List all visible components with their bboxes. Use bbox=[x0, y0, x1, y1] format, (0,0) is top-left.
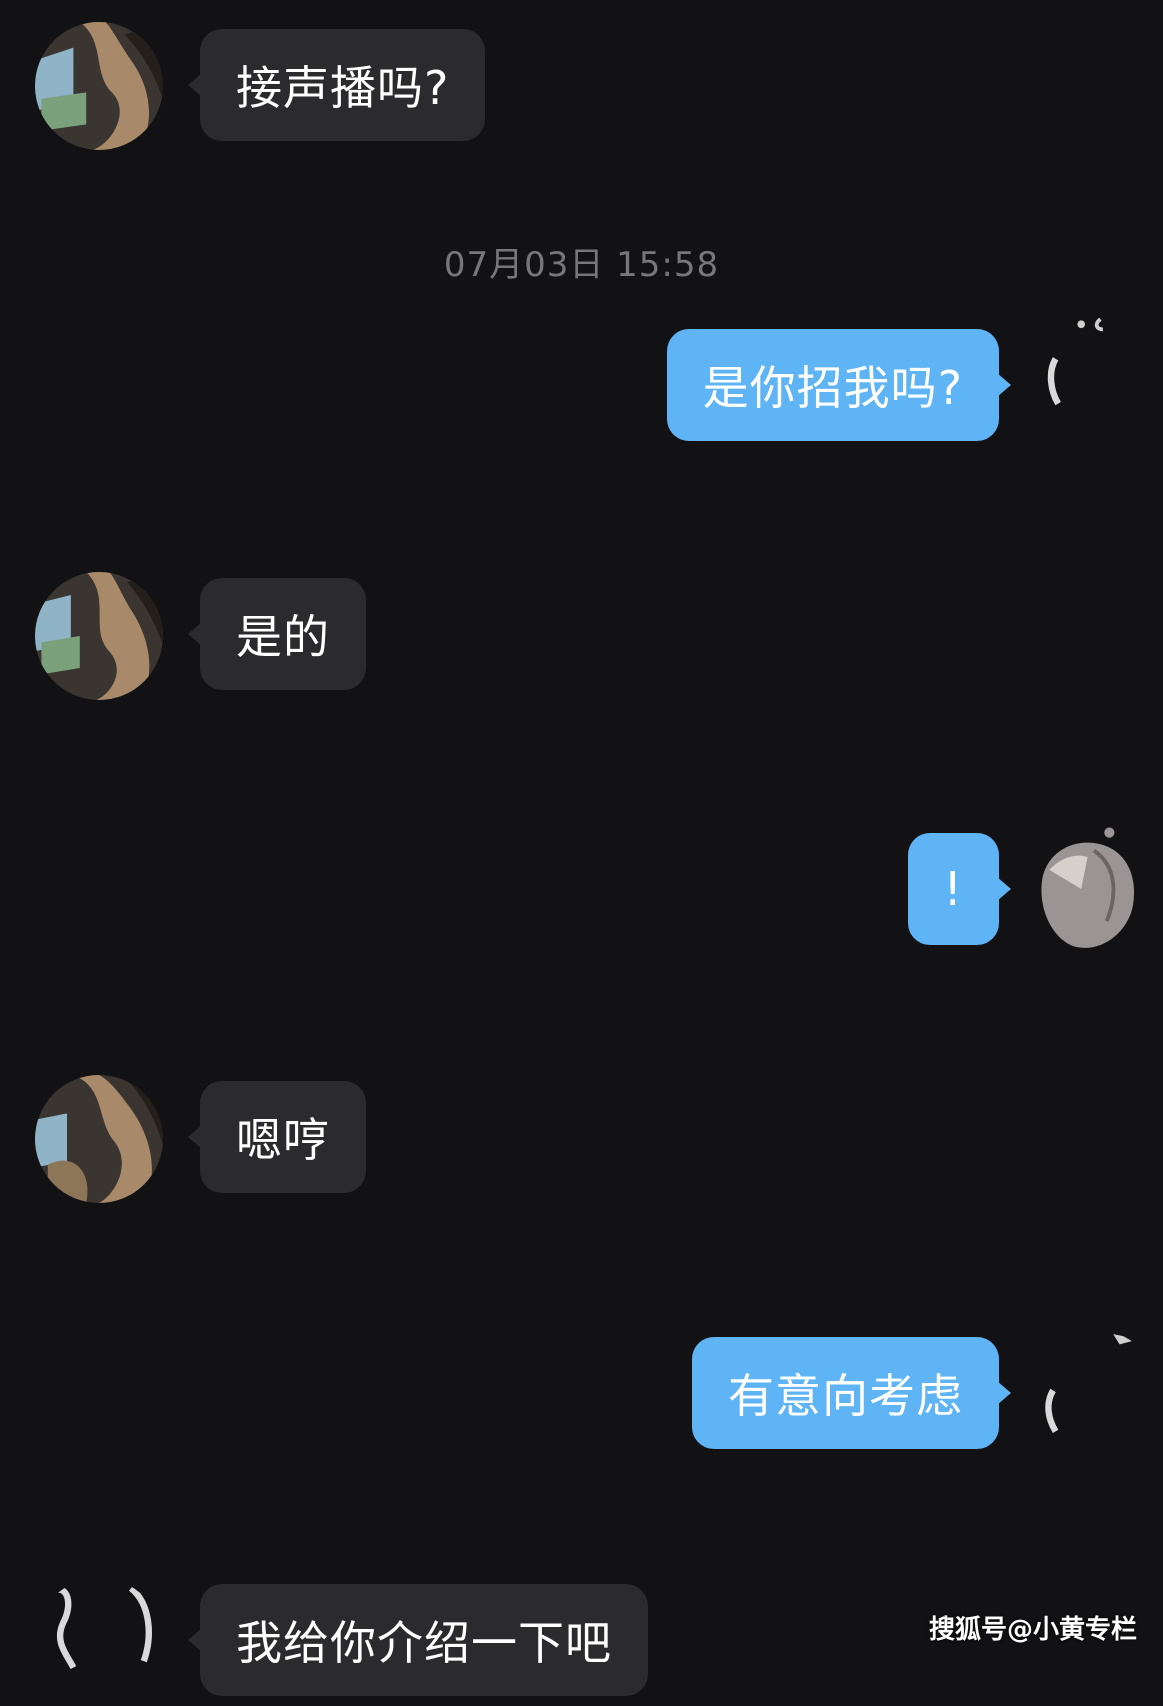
incoming-message-bubble[interactable]: 是的 bbox=[188, 578, 366, 690]
message-text: 我给你介绍一下吧 bbox=[236, 1616, 612, 1670]
message-row: 接声播吗? bbox=[0, 22, 1163, 150]
contact-avatar-icon[interactable] bbox=[35, 22, 163, 150]
message-text: 是你招我吗? bbox=[702, 361, 963, 415]
message-text: 嗯哼 bbox=[236, 1113, 330, 1167]
message-row: 是的 bbox=[0, 572, 1163, 700]
chat-thread[interactable]: 接声播吗? 07月03日 15:58 是你招我吗? 是的 ! 嗯哼 有意向考虑 … bbox=[0, 0, 1163, 1706]
message-timestamp: 07月03日 15:58 bbox=[443, 245, 720, 285]
user-avatar-icon[interactable] bbox=[1030, 825, 1158, 953]
outgoing-message-bubble[interactable]: 是你招我吗? bbox=[666, 329, 1012, 441]
incoming-message-bubble[interactable]: 我给你介绍一下吧 bbox=[188, 1584, 648, 1696]
contact-avatar-icon[interactable] bbox=[35, 572, 163, 700]
outgoing-message-bubble[interactable]: 有意向考虑 bbox=[692, 1337, 1011, 1449]
contact-avatar-icon[interactable] bbox=[35, 1578, 163, 1706]
message-row: 有意向考虑 bbox=[0, 1325, 1163, 1457]
incoming-message-bubble[interactable]: 嗯哼 bbox=[188, 1081, 366, 1193]
message-text: 接声播吗? bbox=[236, 61, 450, 115]
message-text: 有意向考虑 bbox=[728, 1369, 963, 1423]
message-row: 嗯哼 bbox=[0, 1075, 1163, 1203]
message-text: 是的 bbox=[236, 610, 330, 664]
contact-avatar-icon[interactable] bbox=[35, 1075, 163, 1203]
message-text: ! bbox=[943, 862, 963, 916]
user-avatar-icon[interactable] bbox=[1030, 1329, 1158, 1457]
incoming-message-bubble[interactable]: 接声播吗? bbox=[187, 29, 486, 141]
watermark: 搜狐号@小黄专栏 bbox=[928, 1615, 1137, 1645]
message-row: 是你招我吗? bbox=[0, 308, 1163, 442]
user-avatar-icon[interactable] bbox=[1030, 314, 1158, 442]
message-row: ! bbox=[0, 825, 1163, 953]
outgoing-message-bubble[interactable]: ! bbox=[907, 833, 1012, 945]
